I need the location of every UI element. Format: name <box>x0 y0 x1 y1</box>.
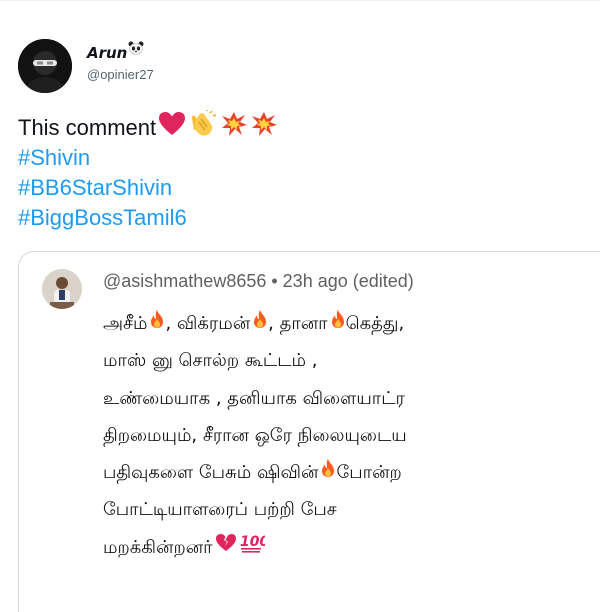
author-avatar[interactable] <box>18 39 72 93</box>
divider <box>0 0 600 1</box>
author-display-name[interactable]: Arun <box>87 44 127 62</box>
comment-text-block: அசீம் , விக்ரமன் , தானா கெத்து, மாஸ் னு … <box>103 305 407 566</box>
comment-meta: @asishmathew8656 • 23h ago (edited) <box>103 271 414 291</box>
comment-text: உண்மையாக , தனியாக விளையாட்ர <box>103 387 405 409</box>
tweet-body: This comment #Shivin #BB6StarShivin #Big… <box>18 110 278 233</box>
comment-text: This comment <box>18 115 157 140</box>
fire-icon <box>149 305 165 342</box>
hashtag-link[interactable]: #BB6StarShivin <box>18 173 172 203</box>
comment-text: பதிவுகளை பேசும் ஷிவின் <box>103 462 319 484</box>
comment-text: கெத்து, <box>345 313 405 334</box>
fire-icon <box>320 454 336 491</box>
fire-icon <box>330 305 346 342</box>
fire-icon <box>252 305 268 342</box>
panda-icon <box>128 41 144 60</box>
comment-text: திறமையும், சீரான ஒரே நிலையுடைய <box>103 424 407 446</box>
collision-icon <box>250 111 278 145</box>
svg-text:100: 100 <box>240 534 265 550</box>
comment-line: This comment <box>18 110 278 146</box>
comment-text: , விக்ரமன் <box>165 313 251 334</box>
comment-line: அசீம் , விக்ரமன் , தானா கெத்து, <box>103 305 407 342</box>
hundred-points-icon: 100 <box>239 529 269 566</box>
comment-text: , தானா <box>268 313 328 334</box>
comment-text: போட்டியாளரைப் பற்றி பேச <box>103 499 337 521</box>
comment-text: அசீம் <box>103 313 148 334</box>
clapping-hands-icon <box>188 110 218 146</box>
broken-heart-icon <box>215 529 237 566</box>
quoted-comment-card[interactable]: @asishmathew8656 • 23h ago (edited) அசீம… <box>18 251 600 612</box>
comment-text: மாஸ் னு சொல்ற கூட்டம் , <box>103 350 318 372</box>
commenter-avatar[interactable] <box>42 269 82 309</box>
tweet-card: Arun @opinier27 This comment #Shivin #BB… <box>0 0 600 612</box>
hashtag-link[interactable]: #Shivin <box>18 143 90 173</box>
author-handle[interactable]: @opinier27 <box>87 67 154 82</box>
hashtag-link[interactable]: #BiggBossTamil6 <box>18 203 187 233</box>
comment-text: போன்ற <box>336 462 402 484</box>
comment-text: மறக்கின்றனர் <box>103 536 213 558</box>
collision-icon <box>220 111 248 145</box>
red-heart-icon <box>158 111 186 145</box>
